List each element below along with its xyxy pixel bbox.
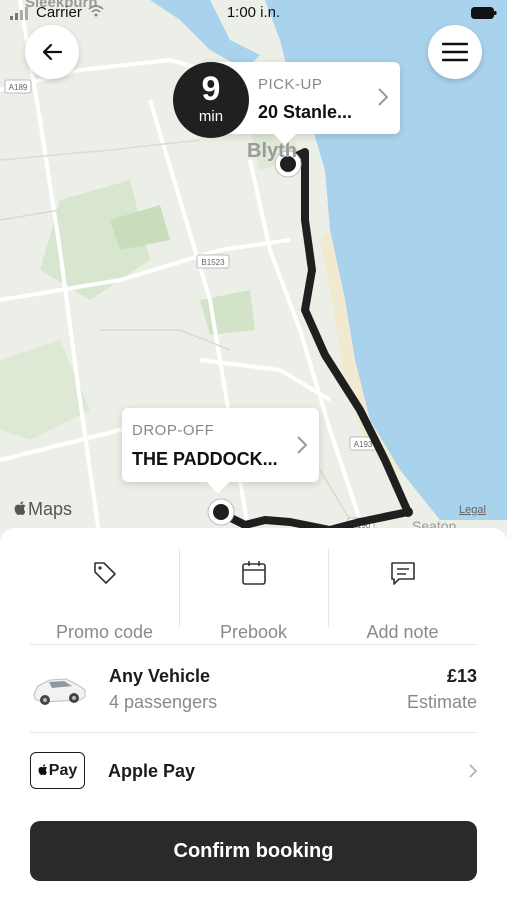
road-label-b1523: B1523 — [201, 258, 225, 267]
car-icon — [33, 678, 86, 705]
dropoff-label: DROP-OFF — [132, 422, 215, 439]
vehicle-option[interactable]: Any Vehicle 4 passengers £13 Estimate — [30, 658, 477, 730]
eta-badge: 9 min — [173, 62, 249, 138]
prebook-button[interactable]: Prebook — [179, 548, 328, 644]
road-label-a189: A189 — [9, 83, 28, 92]
confirm-booking-button[interactable]: Confirm booking — [30, 821, 477, 881]
divider — [30, 732, 477, 733]
message-icon — [391, 562, 415, 585]
back-button[interactable] — [25, 25, 79, 79]
promo-code-button[interactable]: Promo code — [30, 548, 179, 644]
vehicle-passengers: 4 passengers — [109, 692, 218, 712]
dropoff-callout[interactable]: DROP-OFF THE PADDOCK... — [122, 408, 319, 494]
chevron-right-icon — [297, 436, 307, 454]
maps-brand: Maps — [28, 499, 73, 519]
chevron-right-icon — [469, 764, 477, 778]
add-note-label: Add note — [366, 622, 439, 642]
payment-method[interactable]: Pay Apple Pay — [30, 748, 477, 800]
divider — [30, 644, 477, 645]
price-note: Estimate — [406, 692, 477, 712]
eta-value: 9 — [201, 70, 221, 108]
tag-icon — [94, 562, 116, 584]
clock: 1:00 i.n. — [226, 4, 281, 21]
town-label: Blyth — [247, 140, 297, 162]
legal-link[interactable]: Legal — [459, 504, 486, 516]
menu-button[interactable] — [428, 25, 482, 79]
chevron-right-icon — [378, 88, 388, 106]
hamburger-icon — [442, 42, 468, 62]
price: £13 — [446, 666, 477, 686]
booking-sheet: Promo code Prebook Add note Any Vehicle … — [0, 528, 507, 900]
apple-logo-icon — [14, 501, 26, 515]
add-note-button[interactable]: Add note — [328, 548, 477, 644]
apple-logo-icon — [38, 764, 47, 775]
promo-code-label: Promo code — [55, 622, 154, 642]
apple-pay-badge-text: Pay — [48, 762, 78, 779]
apple-pay-badge: Pay — [30, 752, 85, 789]
maps-attribution: Maps — [14, 499, 72, 520]
status-bar: Carrier 1:00 i.n. — [0, 0, 507, 28]
arrow-left-icon — [42, 43, 63, 61]
payment-label: Apple Pay — [108, 761, 196, 781]
quick-actions: Promo code Prebook Add note — [30, 548, 477, 644]
vehicle-name: Any Vehicle — [109, 666, 211, 686]
map-view[interactable]: A189 B1523 A193 A190 Blyth Sleekburn Sea… — [0, 0, 507, 540]
pickup-label: PICK-UP — [258, 76, 323, 93]
dropoff-address: THE PADDOCK... — [132, 449, 278, 469]
road-label-a193: A193 — [354, 440, 373, 449]
prebook-label: Prebook — [219, 622, 288, 642]
eta-unit: min — [198, 108, 224, 125]
calendar-icon — [242, 561, 266, 585]
battery-icon — [471, 7, 497, 19]
pickup-address: 20 Stanle... — [258, 102, 353, 122]
